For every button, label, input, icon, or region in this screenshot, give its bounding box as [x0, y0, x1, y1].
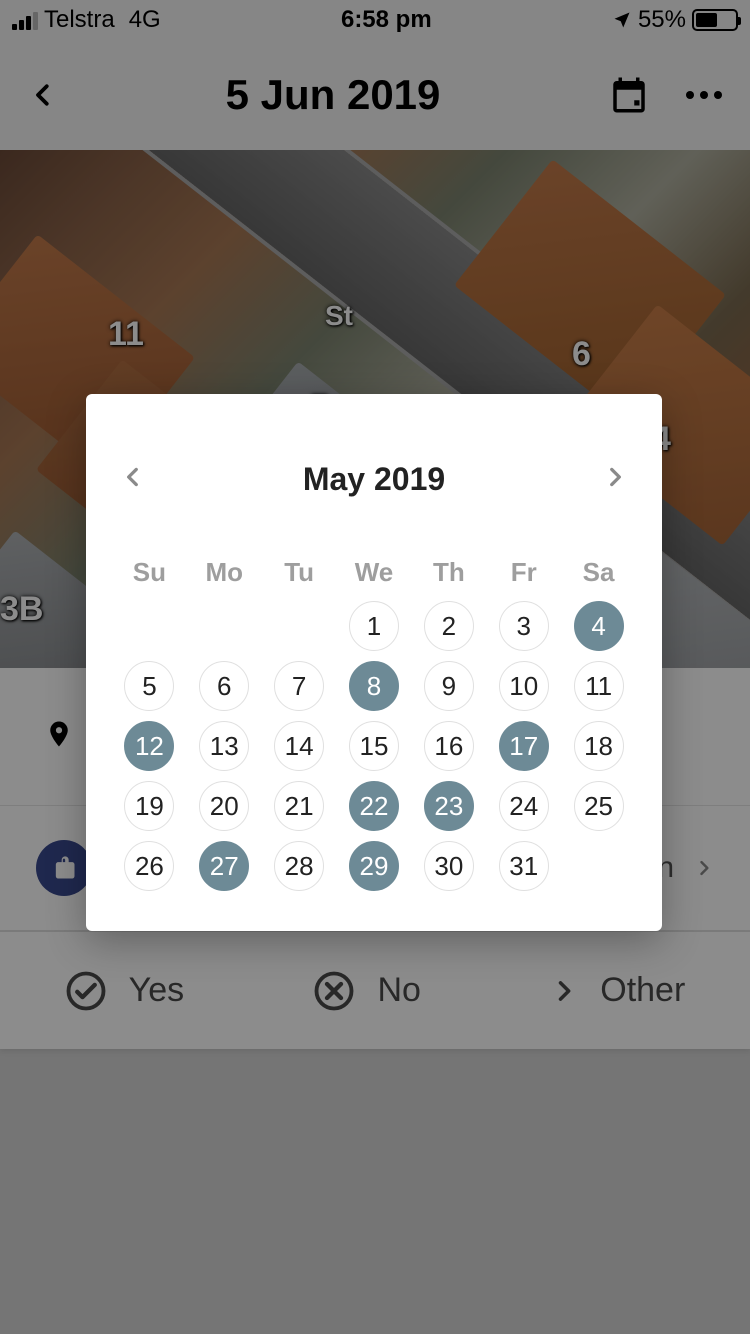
- calendar-day[interactable]: 4: [574, 601, 624, 651]
- calendar-day[interactable]: 26: [124, 841, 174, 891]
- calendar-popup: May 2019 SuMoTuWeThFrSa12345678910111213…: [86, 394, 662, 931]
- calendar-month-title: May 2019: [303, 461, 445, 498]
- calendar-day[interactable]: 29: [349, 841, 399, 891]
- calendar-dow-header: Tu: [264, 553, 335, 591]
- calendar-empty-cell: [199, 601, 249, 651]
- calendar-grid: SuMoTuWeThFrSa12345678910111213141516171…: [114, 553, 634, 891]
- calendar-empty-cell: [274, 601, 324, 651]
- calendar-day[interactable]: 3: [499, 601, 549, 651]
- calendar-day[interactable]: 18: [574, 721, 624, 771]
- calendar-day[interactable]: 30: [424, 841, 474, 891]
- calendar-day[interactable]: 31: [499, 841, 549, 891]
- calendar-day[interactable]: 5: [124, 661, 174, 711]
- calendar-day[interactable]: 1: [349, 601, 399, 651]
- calendar-prev-button[interactable]: [120, 460, 146, 499]
- calendar-day[interactable]: 23: [424, 781, 474, 831]
- calendar-dow-header: Fr: [488, 553, 559, 591]
- calendar-day[interactable]: 11: [574, 661, 624, 711]
- calendar-day[interactable]: 22: [349, 781, 399, 831]
- chevron-left-icon: [120, 460, 146, 494]
- calendar-day[interactable]: 16: [424, 721, 474, 771]
- calendar-day[interactable]: 15: [349, 721, 399, 771]
- calendar-day[interactable]: 14: [274, 721, 324, 771]
- calendar-day[interactable]: 2: [424, 601, 474, 651]
- calendar-day[interactable]: 24: [499, 781, 549, 831]
- calendar-empty-cell: [124, 601, 174, 651]
- calendar-day[interactable]: 25: [574, 781, 624, 831]
- calendar-day[interactable]: 7: [274, 661, 324, 711]
- calendar-day[interactable]: 8: [349, 661, 399, 711]
- calendar-day[interactable]: 20: [199, 781, 249, 831]
- calendar-dow-header: We: [339, 553, 410, 591]
- calendar-day[interactable]: 27: [199, 841, 249, 891]
- calendar-day[interactable]: 21: [274, 781, 324, 831]
- calendar-dow-header: Sa: [563, 553, 634, 591]
- calendar-day[interactable]: 28: [274, 841, 324, 891]
- calendar-day[interactable]: 6: [199, 661, 249, 711]
- calendar-day[interactable]: 10: [499, 661, 549, 711]
- calendar-next-button[interactable]: [602, 460, 628, 499]
- chevron-right-icon: [602, 460, 628, 494]
- calendar-day[interactable]: 17: [499, 721, 549, 771]
- calendar-dow-header: Mo: [189, 553, 260, 591]
- calendar-day[interactable]: 13: [199, 721, 249, 771]
- calendar-dow-header: Th: [413, 553, 484, 591]
- calendar-day[interactable]: 9: [424, 661, 474, 711]
- calendar-day[interactable]: 12: [124, 721, 174, 771]
- calendar-day[interactable]: 19: [124, 781, 174, 831]
- calendar-dow-header: Su: [114, 553, 185, 591]
